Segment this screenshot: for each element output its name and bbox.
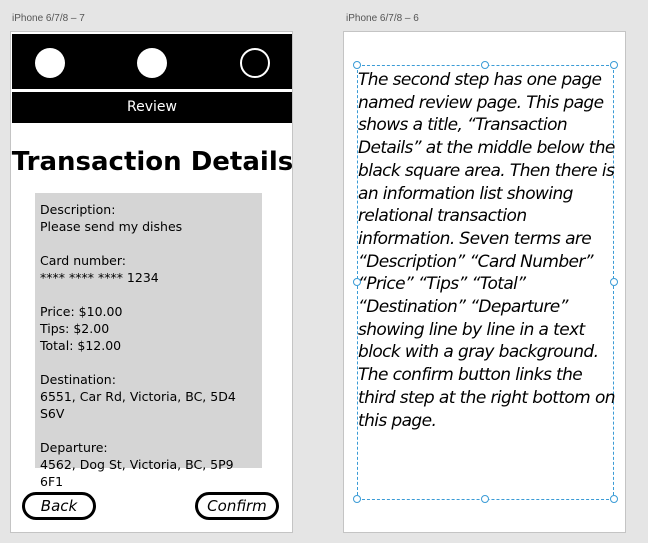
resize-handle-bottom-right[interactable] [610, 495, 618, 503]
destination-label: Destination: [40, 372, 116, 387]
resize-handle-bottom-left[interactable] [353, 495, 361, 503]
description-text[interactable]: The second step has one page named revie… [358, 69, 620, 432]
card-value: **** **** **** 1234 [40, 270, 159, 285]
card-group: Card number: **** **** **** 1234 [40, 252, 257, 286]
artboard-label-6[interactable]: iPhone 6/7/8 – 6 [346, 13, 419, 24]
artboard-label-7[interactable]: iPhone 6/7/8 – 7 [12, 13, 85, 24]
departure-group: Departure: 4562, Dog St, Victoria, BC, 5… [40, 439, 257, 490]
resize-handle-top-left[interactable] [353, 61, 361, 69]
departure-value: 4562, Dog St, Victoria, BC, 5P9 6F1 [40, 457, 234, 489]
destination-group: Destination: 6551, Car Rd, Victoria, BC,… [40, 371, 257, 422]
confirm-button[interactable]: Confirm [195, 492, 279, 520]
description-group: Description: Please send my dishes [40, 201, 257, 235]
step-3-circle [240, 48, 270, 78]
resize-handle-bottom[interactable] [481, 495, 489, 503]
total-line: Total: $12.00 [40, 338, 122, 353]
step-progress-bar [12, 34, 292, 89]
card-label: Card number: [40, 253, 126, 268]
review-artboard[interactable]: Review Transaction Details Description: … [10, 31, 293, 533]
step-2-circle [137, 48, 167, 78]
description-artboard[interactable]: The second step has one page named revie… [343, 31, 626, 533]
description-label: Description: [40, 202, 116, 217]
description-value: Please send my dishes [40, 219, 183, 234]
back-button[interactable]: Back [22, 492, 96, 520]
header-title: Review [12, 92, 292, 123]
transaction-info-block: Description: Please send my dishes Card … [35, 193, 262, 489]
destination-value: 6551, Car Rd, Victoria, BC, 5D4 S6V [40, 389, 236, 421]
page-title: Transaction Details [11, 147, 294, 177]
price-line: Price: $10.00 [40, 304, 123, 319]
departure-label: Departure: [40, 440, 108, 455]
step-1-circle [35, 48, 65, 78]
resize-handle-top[interactable] [481, 61, 489, 69]
resize-handle-top-right[interactable] [610, 61, 618, 69]
amount-group: Price: $10.00 Tips: $2.00 Total: $12.00 [40, 303, 257, 354]
tips-line: Tips: $2.00 [40, 321, 110, 336]
